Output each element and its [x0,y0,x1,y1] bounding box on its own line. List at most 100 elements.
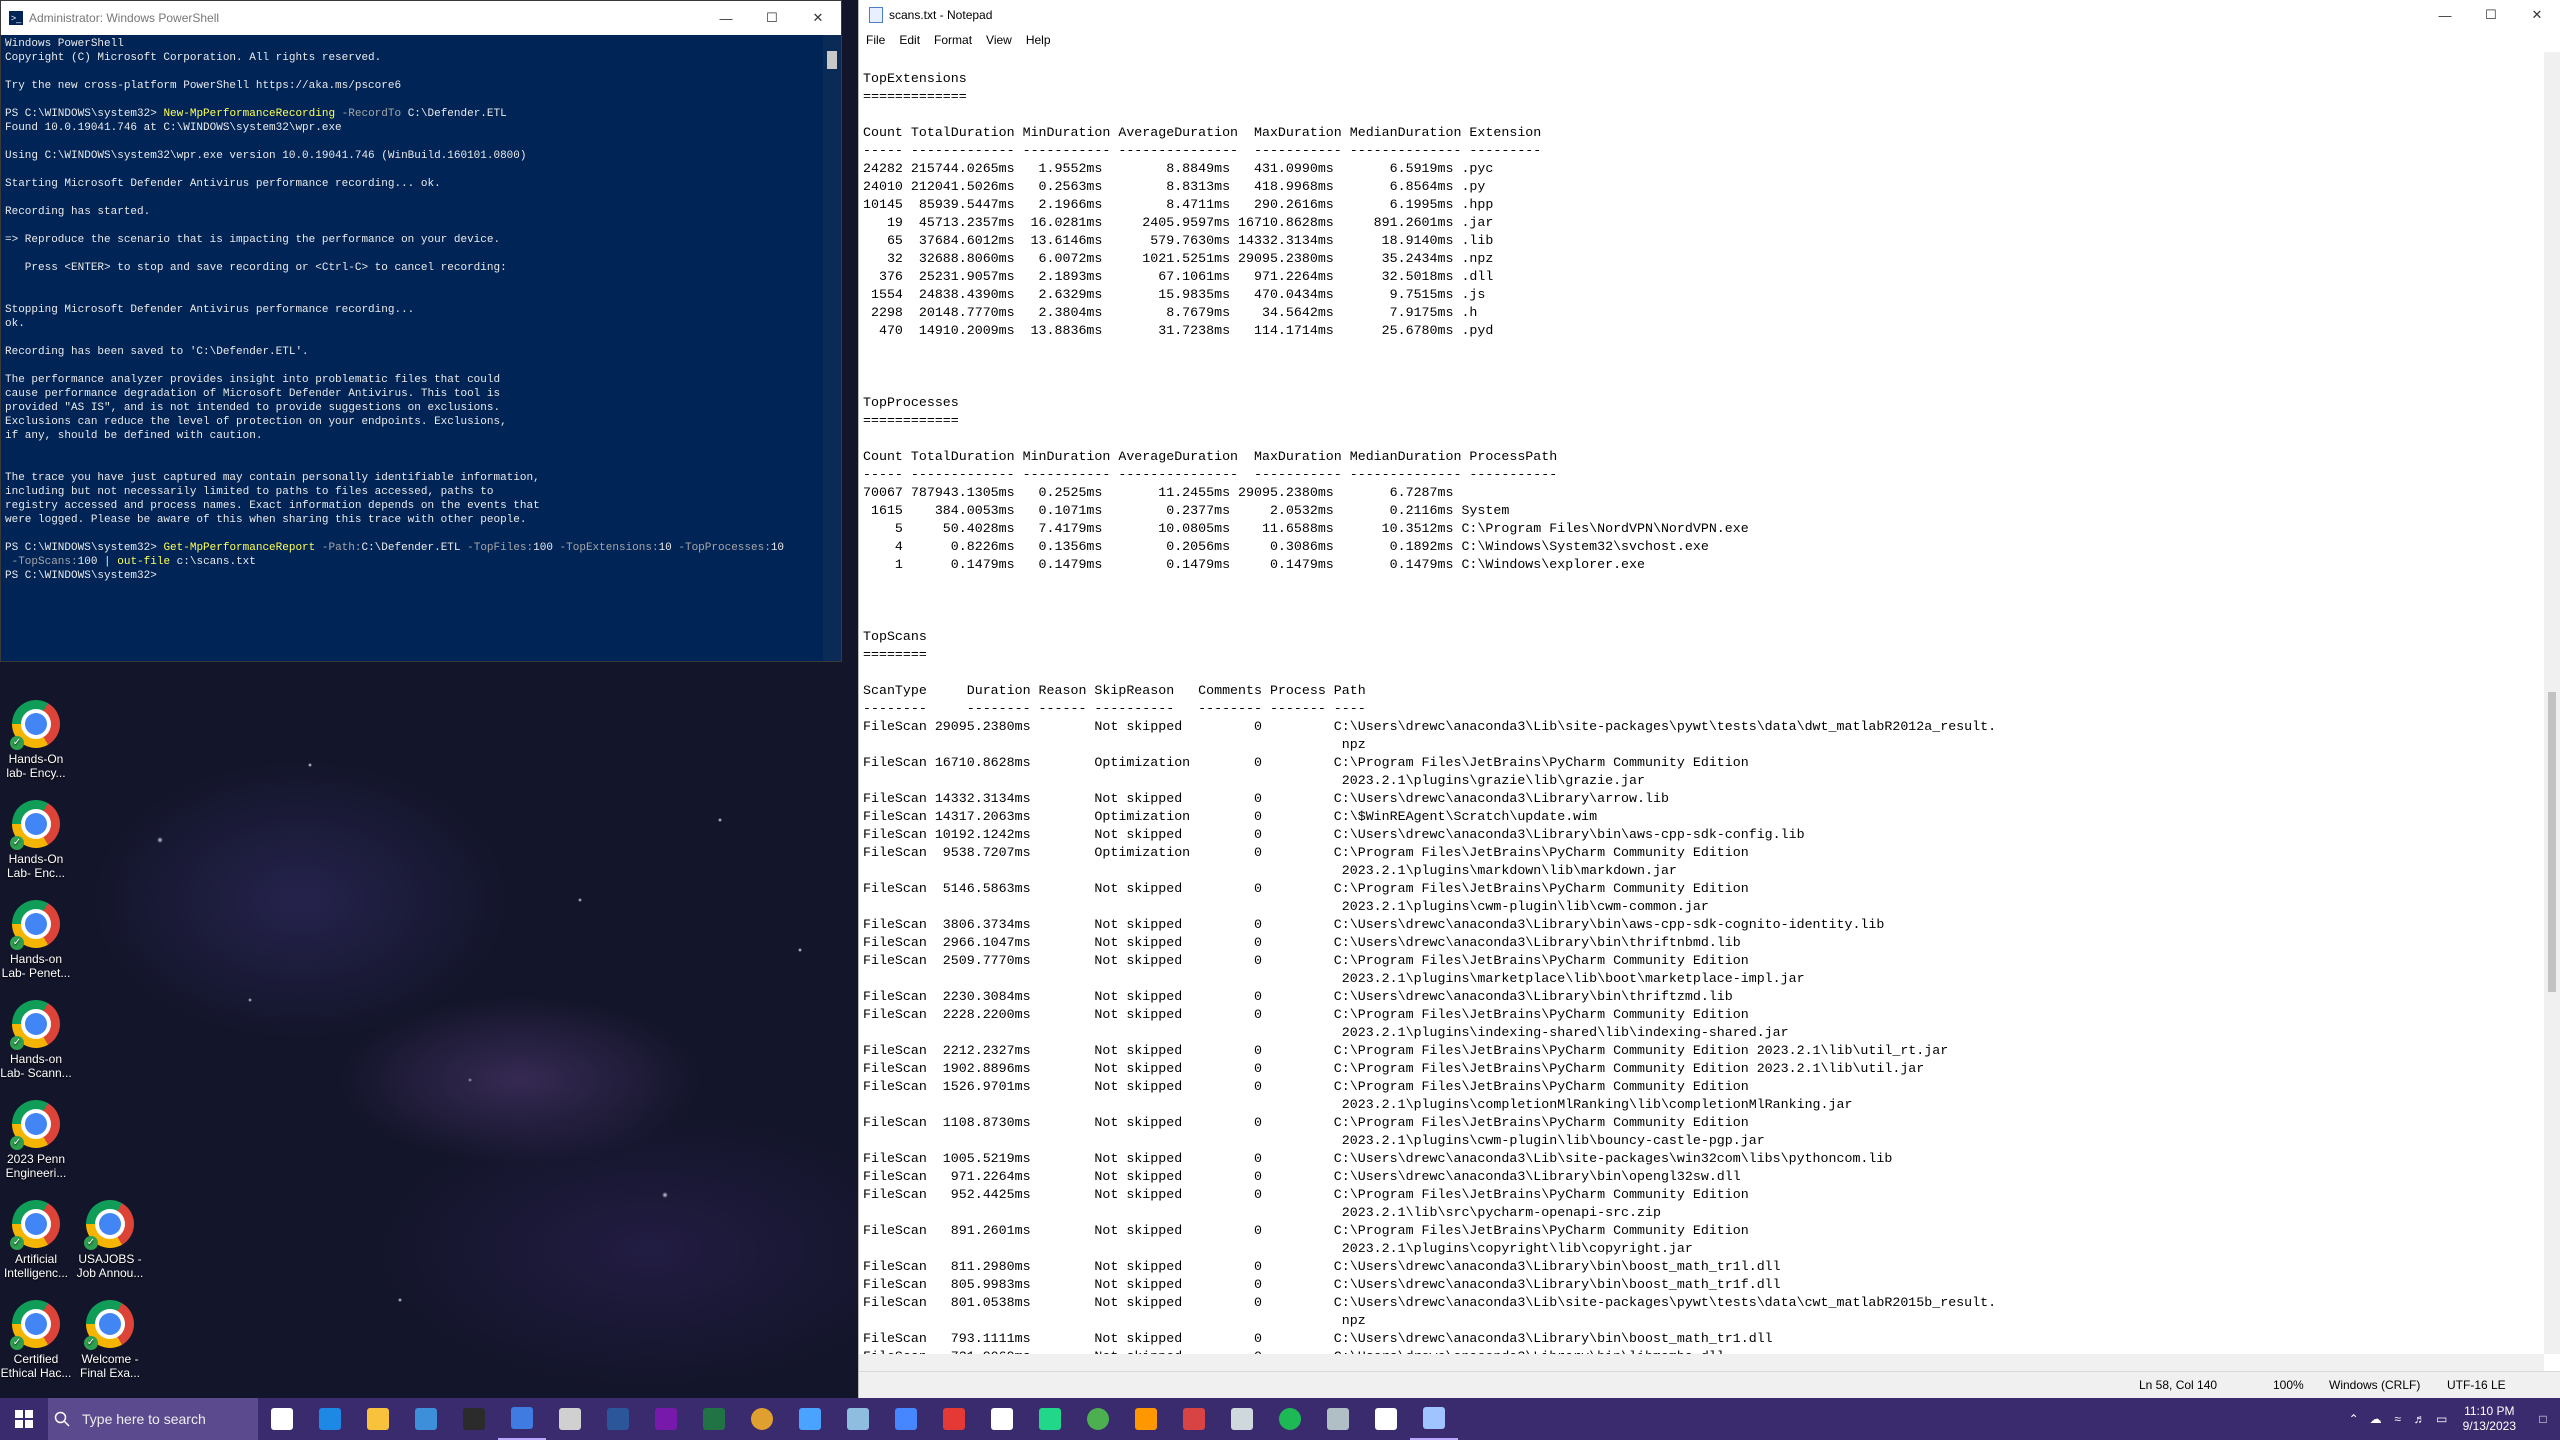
taskbar-app-onenote[interactable] [642,1398,690,1440]
battery-icon[interactable]: ▭ [2431,1412,2453,1426]
minimize-button[interactable]: — [2422,0,2468,30]
notepad-window[interactable]: scans.txt - Notepad — ☐ ✕ File Edit Form… [858,0,2560,1398]
desktop-shortcut[interactable]: ✓ Hands-On lab- Ency... [0,700,72,780]
menu-view[interactable]: View [979,30,1019,50]
close-button[interactable]: ✕ [2514,0,2560,30]
network-icon[interactable]: ☁ [2365,1412,2387,1426]
taskbar-app-feather[interactable] [786,1398,834,1440]
console-text: 10 [770,542,785,554]
text-line [863,376,2544,394]
powershell-window[interactable]: >_ Administrator: Windows PowerShell — ☐… [0,0,842,662]
taskbar-app-powershell[interactable] [498,1398,546,1440]
maximize-button[interactable]: ☐ [2468,0,2514,30]
taskbar-app-vpn[interactable] [834,1398,882,1440]
taskbar-app-photo-app[interactable] [1170,1398,1218,1440]
desktop-shortcut[interactable]: ✓ Certified Ethical Hac... [0,1300,72,1380]
desktop-shortcut[interactable]: ✓ Welcome - Final Exa... [74,1300,146,1380]
horizontal-scrollbar[interactable] [859,1354,2544,1372]
store-icon [319,1408,341,1430]
console-line: -TopScans:100 | out-file c:\scans.txt [5,555,821,569]
wifi-icon[interactable]: ≈ [2387,1412,2409,1426]
chevron-up-icon[interactable]: ⌃ [2343,1412,2365,1426]
notification-icon[interactable]: □ [2526,1412,2560,1426]
text-line: npz [863,1313,1366,1328]
taskbar-app-red-app[interactable] [930,1398,978,1440]
desktop-shortcut[interactable]: ✓ Artificial Intelligenc... [0,1200,72,1280]
taskbar-app-spotify[interactable] [1266,1398,1314,1440]
console-text: provided "AS IS", and is not intended to… [5,402,501,414]
powershell-titlebar[interactable]: >_ Administrator: Windows PowerShell — ☐… [1,1,841,35]
menu-help[interactable]: Help [1019,30,1058,50]
scrollbar-thumb[interactable] [2548,692,2556,992]
taskbar-app-nordvpn[interactable] [882,1398,930,1440]
console-text: were logged. Please be aware of this whe… [5,514,527,526]
taskbar-app-notepad[interactable] [1410,1398,1458,1440]
chrome-icon: ✓ [10,900,60,950]
red-app-icon [943,1408,965,1430]
taskbar-app-cube-app[interactable] [1218,1398,1266,1440]
taskbar-app-task-view[interactable] [258,1398,306,1440]
taskbar-app-folder-app[interactable] [1314,1398,1362,1440]
taskbar-app-excel[interactable] [690,1398,738,1440]
desktop-shortcut[interactable]: ✓ Hands-On Lab- Enc... [0,800,72,880]
menu-format[interactable]: Format [927,30,979,50]
text-line: FileScan 805.9983ms Not skipped 0 C:\Use… [863,1277,1781,1292]
taskbar-app-ring-app[interactable] [1074,1398,1122,1440]
close-button[interactable]: ✕ [795,1,841,35]
taskbar-app-chrome[interactable] [738,1398,786,1440]
volume-icon[interactable]: ♬ [2409,1412,2431,1426]
taskbar-app-store[interactable] [306,1398,354,1440]
text-line: TopProcesses [863,395,959,410]
text-line: FileScan 3806.3734ms Not skipped 0 C:\Us… [863,917,1885,932]
powershell-scrollbar[interactable] [823,35,841,661]
clock[interactable]: 11:10 PM 9/13/2023 [2453,1404,2526,1434]
taskbar-app-settings[interactable] [546,1398,594,1440]
console-text: 10 [658,542,672,554]
menu-edit[interactable]: Edit [892,30,927,50]
taskbar-app-mail[interactable] [402,1398,450,1440]
console-text: PS C:\WINDOWS\system32> [5,570,157,582]
taskbar-app-defender[interactable] [1362,1398,1410,1440]
taskbar-app-file-explorer[interactable] [354,1398,402,1440]
console-text: -TopScans: [5,556,78,568]
taskbar-search[interactable]: Type here to search [48,1398,258,1440]
start-button[interactable] [0,1398,48,1440]
text-line: FileScan 14332.3134ms Not skipped 0 C:\U… [863,791,1669,806]
vertical-scrollbar[interactable] [2544,52,2560,1354]
menu-file[interactable]: File [859,30,892,50]
taskbar-app-word[interactable] [594,1398,642,1440]
desktop-shortcut[interactable]: ✓ USAJOBS - Job Annou... [74,1200,146,1280]
vpn-icon [847,1408,869,1430]
console-text: Get-MpPerformanceReport [163,542,316,554]
taskbar-app-pycharm[interactable] [1026,1398,1074,1440]
console-text: 100 [77,556,98,568]
maximize-button[interactable]: ☐ [749,1,795,35]
taskbar-app-sublime[interactable] [1122,1398,1170,1440]
taskbar-app-shield-app[interactable] [978,1398,1026,1440]
desktop-shortcut-label: Welcome - Final Exa... [79,1352,141,1380]
powershell-console[interactable]: Windows PowerShell Copyright (C) Microsof… [5,37,821,661]
notepad-icon [1423,1407,1445,1429]
defender-icon [1375,1408,1397,1430]
chrome-icon: ✓ [84,1300,134,1350]
desktop-shortcut[interactable]: ✓ 2023 Penn Engineeri... [0,1100,72,1180]
notepad-titlebar[interactable]: scans.txt - Notepad — ☐ ✕ [859,0,2560,30]
console-line: were logged. Please be aware of this whe… [5,513,821,527]
scrollbar-thumb[interactable] [827,51,837,69]
shield-app-icon [991,1408,1013,1430]
feather-icon [799,1408,821,1430]
notepad-text-area[interactable]: TopExtensions ============= Count TotalDur… [863,52,2544,1354]
text-line: 376 25231.9057ms 2.1893ms 67.1061ms 971.… [863,269,1494,284]
minimize-button[interactable]: — [703,1,749,35]
text-line: FileScan 2212.2327ms Not skipped 0 C:\Pr… [863,1043,1949,1058]
desktop-shortcut[interactable]: ✓ Hands-on Lab- Penet... [0,900,72,980]
console-text: Starting Microsoft Defender Antivirus pe… [5,178,441,190]
text-line: 1615 384.0053ms 0.1071ms 0.2377ms 2.0532… [863,503,1510,518]
taskbar-app-terminal[interactable] [450,1398,498,1440]
desktop-shortcut[interactable]: ✓ Hands-on Lab- Scann... [0,1000,72,1080]
console-text: PS C:\WINDOWS\system32> [5,542,164,554]
